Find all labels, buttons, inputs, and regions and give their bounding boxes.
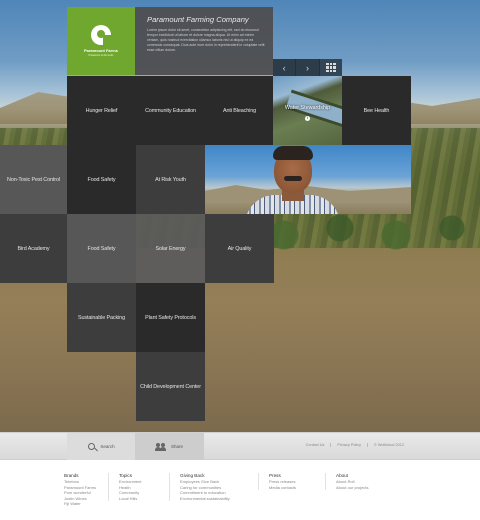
footer-columns: Brands Telefono Paramount Farms Pom wond…	[0, 460, 480, 520]
tile-label: At Risk Youth	[155, 176, 186, 183]
footer-links: Contact Us Privacy Policy © Wolfcloud 20…	[300, 443, 410, 447]
footer-link[interactable]: Media contacts	[269, 485, 296, 490]
tile-label: Sustainable Packing	[78, 314, 125, 321]
footer-toolbar: Search Share Contact Us Privacy Policy ©…	[0, 432, 480, 460]
tile-child-development-center[interactable]: Child Development Center	[136, 352, 205, 421]
tile-label: Water Stewardship	[284, 105, 331, 111]
tile-label: Plant Safety Protocols	[145, 314, 196, 321]
brand-logo-tile[interactable]: Paramount Farms Pistachios & Almonds	[67, 7, 135, 75]
tile-non-toxic-pest-control[interactable]: Non-Toxic Pest Control	[0, 145, 67, 214]
tile-label: Community Education	[145, 107, 196, 114]
footer-heading: About	[336, 473, 349, 478]
tile-anti-bleaching[interactable]: Anti Bleaching	[205, 76, 274, 145]
search-icon	[88, 443, 96, 450]
tile-navigation: ‹ ›	[273, 59, 342, 76]
tile-label: Bird Academy	[17, 245, 50, 252]
tile-food-safety-2[interactable]: Food Safety	[67, 214, 136, 283]
footer-link[interactable]: Community	[119, 490, 141, 495]
tile-bird-academy[interactable]: Bird Academy	[0, 214, 67, 283]
tile-label: Anti Bleaching	[222, 107, 257, 114]
footer-link[interactable]: Commitment to education	[180, 490, 230, 495]
share-label: Share	[170, 444, 183, 449]
tile-label: Hunger Relief	[85, 107, 118, 114]
privacy-policy-link[interactable]: Privacy Policy	[331, 443, 369, 447]
footer-column-topics: Topics Environment Health Community Loca…	[108, 473, 141, 502]
search-button[interactable]: Search	[67, 433, 136, 460]
company-title: Paramount Farming Company	[147, 15, 249, 24]
chevron-left-icon: ‹	[282, 62, 286, 73]
prev-button[interactable]: ‹	[273, 59, 297, 76]
footer-heading: Press	[269, 473, 281, 478]
info-icon[interactable]: i	[305, 116, 310, 121]
brand-logo-tagline: Pistachios & Almonds	[88, 54, 114, 57]
next-button[interactable]: ›	[296, 59, 320, 76]
tile-label: Bee Health	[363, 107, 390, 114]
tile-sustainable-packing[interactable]: Sustainable Packing	[67, 283, 136, 352]
tile-label: Solar Energy	[155, 245, 186, 252]
grid-icon	[326, 62, 336, 73]
footer-heading: Giving Back	[180, 473, 205, 478]
copyright-text: © Wolfcloud 2012	[374, 443, 404, 447]
tile-solar-energy[interactable]: Solar Energy	[136, 214, 205, 283]
contact-us-link[interactable]: Contact Us	[300, 443, 332, 447]
tile-bee-health[interactable]: Bee Health	[342, 76, 411, 145]
people-icon	[154, 442, 166, 451]
footer-heading: Brands	[64, 473, 79, 478]
tile-food-safety[interactable]: Food Safety	[67, 145, 136, 214]
footer-link[interactable]: Fiji Water	[64, 501, 96, 506]
share-button[interactable]: Share	[135, 433, 204, 460]
tile-label: Food Safety	[87, 176, 116, 183]
tile-label: Non-Toxic Pest Control	[7, 176, 60, 183]
footer-link[interactable]: About our projects	[336, 485, 368, 490]
footer-link[interactable]: Environmental sustainability	[180, 496, 230, 501]
tile-community-education[interactable]: Community Education	[136, 76, 205, 145]
search-label: Search	[100, 444, 115, 449]
brand-logo-name: Paramount Farms	[83, 48, 118, 53]
footer-heading: Topics	[119, 473, 133, 478]
tile-air-quality[interactable]: Air Quality	[205, 214, 274, 283]
tile-label: Air Quality	[227, 245, 252, 252]
company-intro-text: Lorem ipsum dolor sit amet, consectetur …	[147, 28, 265, 52]
tile-plant-safety-protocols[interactable]: Plant Safety Protocols	[136, 283, 205, 352]
tile-hunger-relief[interactable]: Hunger Relief	[67, 76, 136, 145]
brand-logo-icon	[91, 25, 111, 45]
intro-panel: Paramount Farming Company Lorem ipsum do…	[135, 7, 273, 75]
footer-column-giving-back: Giving Back Employees Give Back Caring f…	[169, 473, 230, 502]
tile-water-stewardship[interactable]: Water Stewardship i	[273, 76, 342, 145]
footer-column-press: Press Press releases Media contacts	[258, 473, 296, 491]
chevron-right-icon: ›	[305, 62, 309, 73]
footer-column-about: About About Roll About our projects	[325, 473, 368, 491]
tile-at-risk-youth[interactable]: At Risk Youth	[136, 145, 205, 214]
tile-label: Food Safety	[87, 245, 116, 252]
farmer-photo[interactable]	[205, 145, 411, 214]
footer-link[interactable]: Local Hills	[119, 496, 141, 501]
footer-column-brands: Brands Telefono Paramount Farms Pom wond…	[64, 473, 96, 506]
tile-label: Child Development Center	[140, 383, 201, 390]
grid-view-button[interactable]	[319, 59, 342, 76]
